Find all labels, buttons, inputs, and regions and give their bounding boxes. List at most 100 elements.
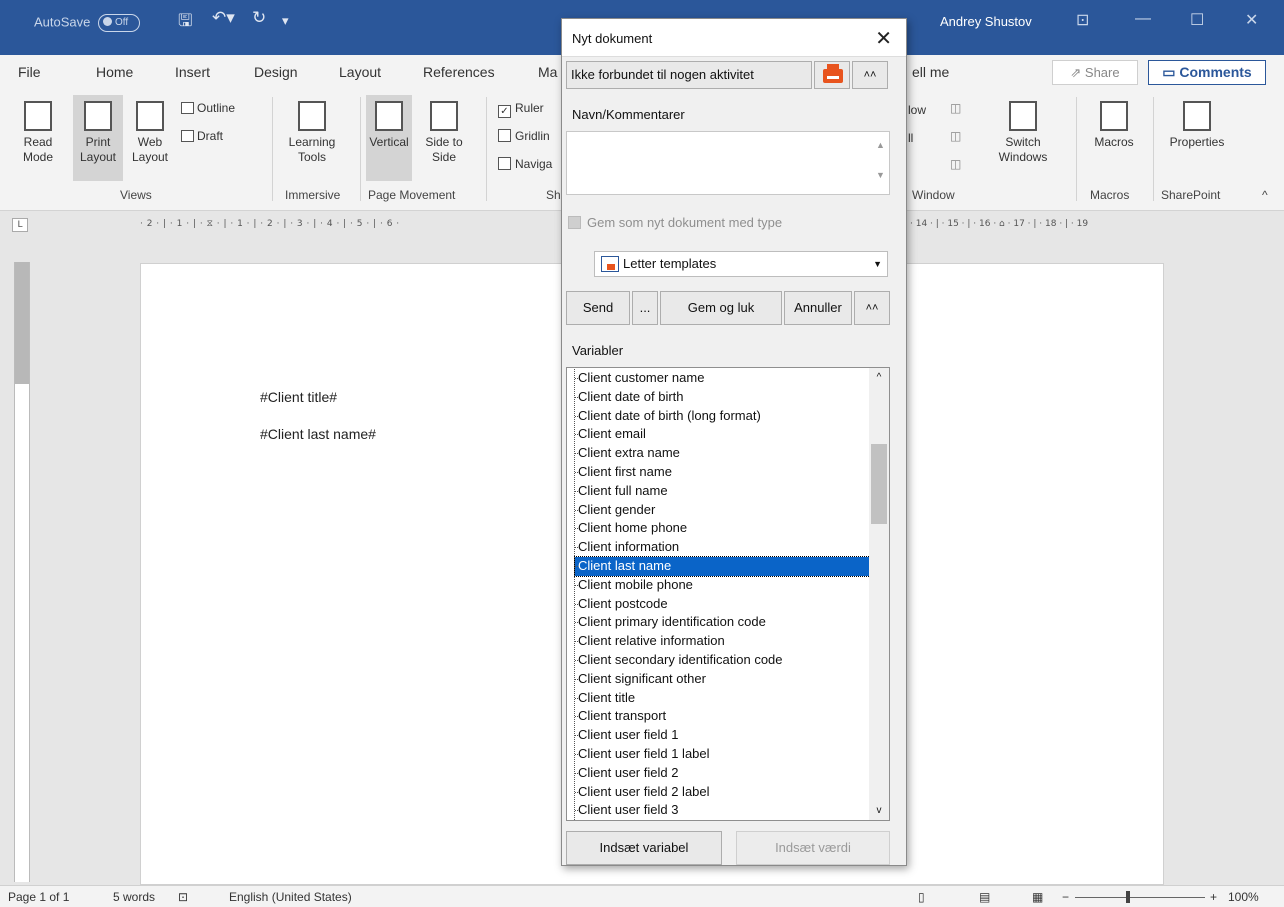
save-and-close-button[interactable]: Gem og luk bbox=[660, 291, 782, 325]
zoom-slider[interactable] bbox=[1075, 897, 1205, 898]
draft-button[interactable]: Draft bbox=[181, 129, 223, 143]
properties-button[interactable]: Properties bbox=[1160, 101, 1234, 150]
variable-item[interactable]: Client user field 2 label bbox=[575, 783, 876, 802]
tab-design[interactable]: Design bbox=[254, 64, 298, 80]
share-button[interactable]: ⇗ Share bbox=[1052, 60, 1138, 85]
sync-scroll-icon[interactable]: ◫ bbox=[950, 129, 961, 143]
ribbon-display-icon[interactable]: ⊡ bbox=[1076, 10, 1089, 30]
tab-insert[interactable]: Insert bbox=[175, 64, 210, 80]
reset-position-icon[interactable]: ◫ bbox=[950, 157, 961, 171]
variable-item[interactable]: Client home phone bbox=[575, 519, 876, 538]
variables-list[interactable]: Client customer name Client date of birth… bbox=[566, 367, 890, 821]
scrollbar-thumb[interactable] bbox=[871, 444, 887, 524]
variable-item[interactable]: Client gender bbox=[575, 501, 876, 520]
close-icon[interactable]: ✕ bbox=[875, 26, 892, 51]
new-window-button[interactable]: low bbox=[908, 103, 926, 117]
tab-layout[interactable]: Layout bbox=[339, 64, 381, 80]
gridlines-checkbox[interactable]: Gridlin bbox=[498, 129, 550, 143]
autosave-toggle[interactable]: AutoSave Off bbox=[34, 14, 140, 32]
tab-home[interactable]: Home bbox=[96, 64, 133, 80]
variable-item[interactable]: Client date of birth bbox=[575, 388, 876, 407]
variable-item[interactable]: Client primary identification code bbox=[575, 613, 876, 632]
web-layout-button[interactable]: Web Layout bbox=[128, 101, 172, 165]
maximize-icon[interactable]: ☐ bbox=[1190, 10, 1204, 30]
collapse-ribbon-icon[interactable]: ^ bbox=[1262, 188, 1268, 202]
doc-line-client-last-name[interactable]: #Client last name# bbox=[260, 426, 376, 442]
chevron-down-icon[interactable]: ▼ bbox=[873, 252, 882, 276]
web-layout-view-icon[interactable]: ▦ bbox=[1032, 890, 1043, 904]
variable-item[interactable]: Client significant other bbox=[575, 670, 876, 689]
tab-references[interactable]: References bbox=[423, 64, 495, 80]
variable-item[interactable]: Client postcode bbox=[575, 595, 876, 614]
read-mode-button[interactable]: Read Mode bbox=[20, 101, 56, 165]
zoom-level[interactable]: 100% bbox=[1228, 890, 1259, 904]
side-to-side-button[interactable]: Side to Side bbox=[418, 101, 470, 165]
variable-item[interactable]: Client first name bbox=[575, 463, 876, 482]
variable-item[interactable]: Client user field 1 label bbox=[575, 745, 876, 764]
comments-button[interactable]: ▭ Comments bbox=[1148, 60, 1266, 85]
user-name[interactable]: Andrey Shustov bbox=[940, 14, 1032, 29]
tab-mailings[interactable]: Ma bbox=[538, 64, 557, 80]
variable-item[interactable]: Client mobile phone bbox=[575, 576, 876, 595]
variable-item[interactable]: Client relative information bbox=[575, 632, 876, 651]
proofing-icon[interactable]: ⊡ bbox=[178, 890, 188, 904]
variable-item[interactable]: Client title bbox=[575, 689, 876, 708]
comments-textarea[interactable]: ▲ ▼ bbox=[566, 131, 890, 195]
variable-item[interactable]: Client transport bbox=[575, 707, 876, 726]
minimize-icon[interactable]: — bbox=[1135, 10, 1151, 28]
switch-windows-button[interactable]: Switch Windows bbox=[990, 101, 1056, 165]
language[interactable]: English (United States) bbox=[229, 890, 352, 904]
word-count[interactable]: 5 words bbox=[113, 890, 155, 904]
scroll-down-icon[interactable]: v bbox=[869, 805, 889, 816]
zoom-out-icon[interactable]: − bbox=[1062, 890, 1069, 904]
variable-item[interactable]: Client user field 3 bbox=[575, 801, 876, 820]
scroll-up-icon[interactable]: ^ bbox=[869, 372, 889, 383]
variable-item[interactable]: Client date of birth (long format) bbox=[575, 407, 876, 426]
collapse-bottom-button[interactable]: ˄˄ bbox=[854, 291, 890, 325]
variable-item[interactable]: Client full name bbox=[575, 482, 876, 501]
ruler-checkbox[interactable]: ✓ Ruler bbox=[498, 101, 544, 118]
save-as-type-checkbox[interactable]: Gem som nyt dokument med type bbox=[568, 215, 782, 230]
insert-variable-button[interactable]: Indsæt variabel bbox=[566, 831, 722, 865]
navigation-pane-checkbox[interactable]: Naviga bbox=[498, 157, 552, 171]
split-button[interactable]: ll bbox=[908, 131, 913, 145]
variable-item[interactable]: Client extra name bbox=[575, 444, 876, 463]
variable-item[interactable]: Client secondary identification code bbox=[575, 651, 876, 670]
scroll-up-icon[interactable]: ▲ bbox=[872, 140, 889, 150]
customize-qat-icon[interactable]: ▾ bbox=[282, 13, 289, 29]
comments-scrollbar[interactable]: ▲ ▼ bbox=[872, 132, 889, 194]
redo-icon[interactable]: ↻ bbox=[252, 8, 266, 28]
print-layout-view-icon[interactable]: ▤ bbox=[979, 890, 990, 904]
zoom-slider-thumb[interactable] bbox=[1126, 891, 1130, 903]
save-icon[interactable]: 🖫 bbox=[178, 8, 192, 37]
view-side-by-side-icon[interactable]: ◫ bbox=[950, 101, 961, 115]
vertical-ruler[interactable] bbox=[14, 262, 30, 882]
insert-value-button[interactable]: Indsæt værdi bbox=[736, 831, 890, 865]
vertical-button[interactable]: Vertical bbox=[366, 95, 412, 181]
send-button[interactable]: Send bbox=[566, 291, 630, 325]
variable-item[interactable]: Client information bbox=[575, 538, 876, 557]
scroll-down-icon[interactable]: ▼ bbox=[872, 170, 889, 180]
print-button[interactable] bbox=[814, 61, 850, 89]
print-layout-button[interactable]: Print Layout bbox=[73, 95, 123, 181]
tab-selector[interactable]: L bbox=[12, 218, 28, 232]
read-mode-view-icon[interactable]: ▯ bbox=[918, 890, 925, 904]
zoom-in-icon[interactable]: + bbox=[1210, 890, 1217, 904]
learning-tools-button[interactable]: Learning Tools bbox=[282, 101, 342, 165]
tab-tell-me[interactable]: ell me bbox=[912, 64, 949, 80]
tab-file[interactable]: File bbox=[18, 64, 41, 80]
variable-item[interactable]: Client customer name bbox=[575, 369, 876, 388]
template-select[interactable]: Letter templates ▼ bbox=[594, 251, 888, 277]
outline-button[interactable]: Outline bbox=[181, 101, 235, 115]
cancel-button[interactable]: Annuller bbox=[784, 291, 852, 325]
variable-item[interactable]: Client last name bbox=[574, 555, 877, 577]
macros-button[interactable]: Macros bbox=[1088, 101, 1140, 150]
doc-line-client-title[interactable]: #Client title# bbox=[260, 389, 337, 405]
collapse-top-button[interactable]: ˄˄ bbox=[852, 61, 888, 89]
variable-item[interactable]: Client email bbox=[575, 425, 876, 444]
autosave-switch[interactable]: Off bbox=[98, 14, 140, 32]
variables-scrollbar[interactable]: ^ v bbox=[869, 368, 889, 820]
variable-item[interactable]: Client user field 2 bbox=[575, 764, 876, 783]
activity-field[interactable]: Ikke forbundet til nogen aktivitet bbox=[566, 61, 812, 89]
more-button[interactable]: ... bbox=[632, 291, 658, 325]
